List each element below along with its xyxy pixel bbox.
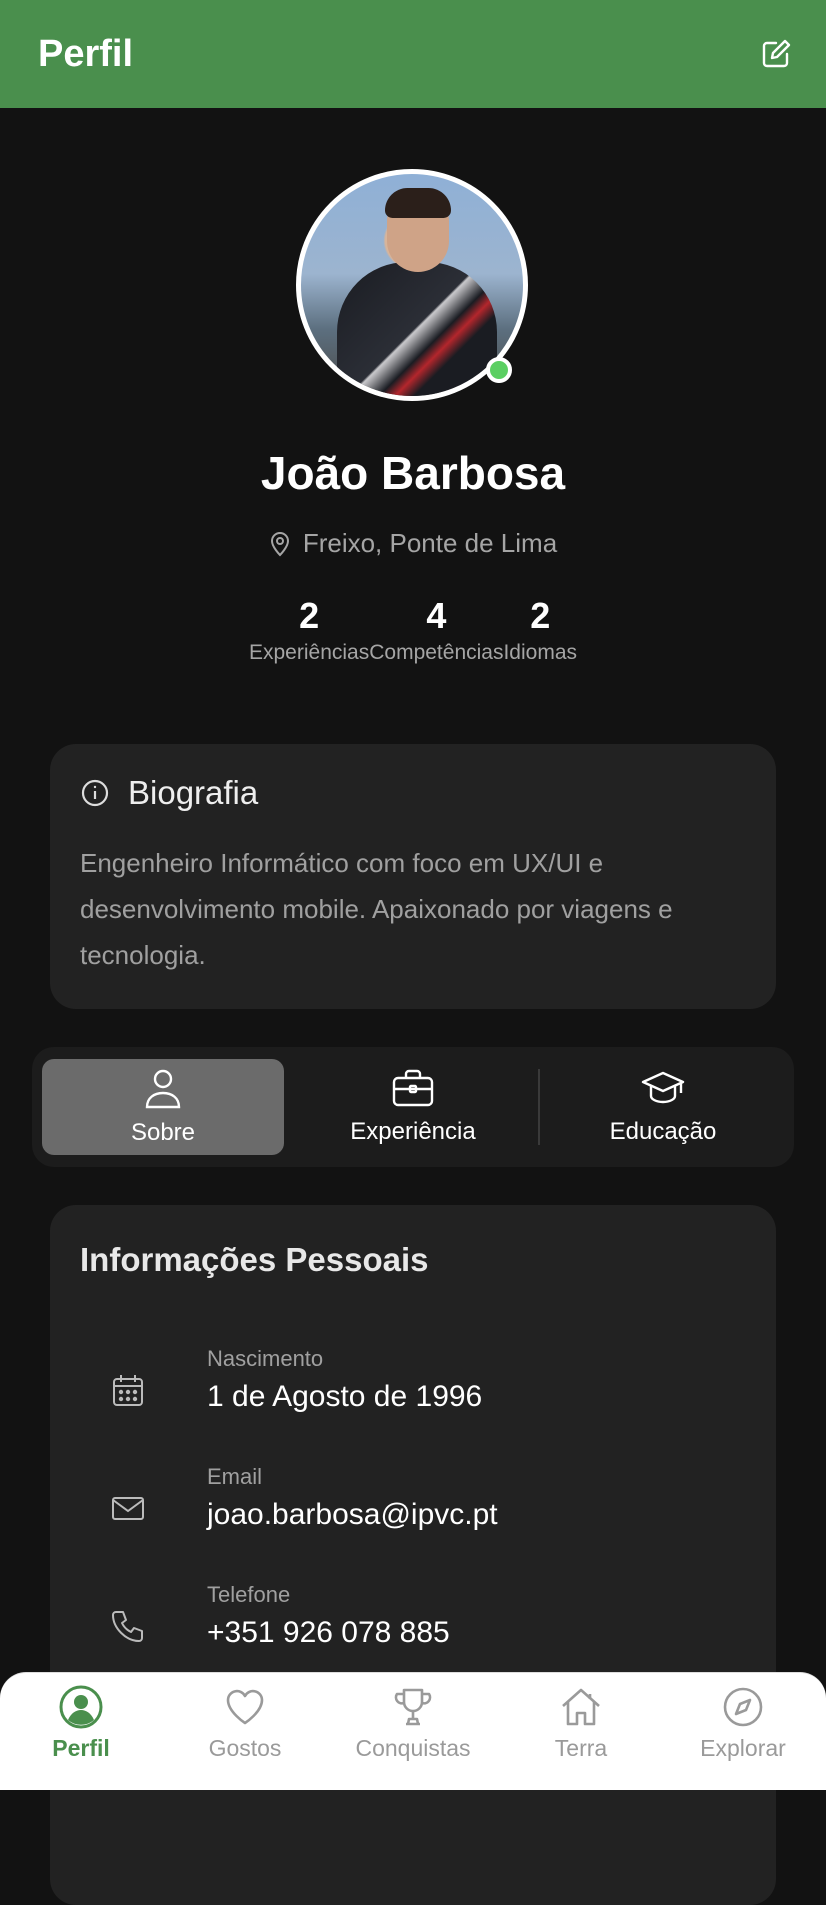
stat-value: 4 [426, 595, 447, 636]
info-value: 1 de Agosto de 1996 [207, 1380, 483, 1413]
tab-divider [538, 1069, 540, 1145]
nav-label: Conquistas [355, 1735, 471, 1761]
biography-title: Biografia [128, 774, 259, 811]
info-label: Telefone [207, 1582, 291, 1607]
calendar-icon [113, 1375, 143, 1406]
nav-item-perfil[interactable]: Perfil [11, 1685, 151, 1762]
tab-experiencia[interactable]: Experiência [292, 1059, 534, 1155]
nav-label: Explorar [700, 1735, 786, 1761]
map-pin-icon [270, 531, 289, 556]
profile-tabs: Sobre Experiência Educação [32, 1047, 794, 1167]
info-label: Email [207, 1464, 263, 1489]
edit-icon [762, 39, 791, 68]
stat-value: 2 [530, 595, 551, 636]
info-icon [81, 779, 109, 807]
tab-label: Educação [609, 1118, 717, 1145]
online-status-indicator [486, 357, 512, 383]
info-label: Nascimento [207, 1346, 324, 1371]
stat-idiomas[interactable]: 2 Idiomas [503, 592, 577, 666]
nav-label: Terra [554, 1735, 608, 1761]
heart-icon [226, 1689, 264, 1725]
nav-item-gostos[interactable]: Gostos [175, 1685, 315, 1762]
biography-card: Biografia Engenheiro Informático com foc… [50, 744, 776, 1009]
tab-educacao[interactable]: Educação [542, 1059, 784, 1155]
edit-profile-button[interactable] [756, 34, 796, 74]
phone-icon [112, 1611, 143, 1642]
stat-experiencias[interactable]: 2 Experiências [249, 592, 369, 666]
briefcase-icon [392, 1069, 434, 1107]
user-circle-icon [59, 1685, 103, 1729]
compass-icon [723, 1687, 763, 1727]
stat-label: Idiomas [503, 641, 577, 664]
home-icon [562, 1688, 600, 1726]
profile-stats: 2 Experiências 4 Competências 2 Idiomas [0, 592, 826, 666]
stat-competencias[interactable]: 4 Competências [369, 592, 503, 666]
stat-value: 2 [299, 595, 320, 636]
info-value[interactable]: +351 926 078 885 [207, 1616, 450, 1650]
personal-info-title: Informações Pessoais [80, 1241, 429, 1278]
stat-label: Experiências [249, 641, 370, 664]
page-title: Perfil [38, 32, 134, 75]
nav-item-conquistas[interactable]: Conquistas [343, 1685, 483, 1762]
nav-item-terra[interactable]: Terra [511, 1685, 651, 1762]
tab-sobre[interactable]: Sobre [42, 1059, 284, 1155]
graduation-cap-icon [641, 1071, 685, 1104]
info-row-birthdate: Nascimento 1 de Agosto de 1996 [50, 1346, 776, 1446]
nav-item-explorar[interactable]: Explorar [673, 1685, 813, 1762]
nav-label: Perfil [52, 1735, 110, 1761]
person-icon [145, 1069, 181, 1109]
tab-label: Experiência [350, 1118, 476, 1145]
stat-label: Competências [369, 641, 504, 664]
profile-name: João Barbosa [260, 447, 566, 499]
location-text: Freixo, Ponte de Lima [302, 528, 558, 558]
mail-icon [112, 1497, 144, 1520]
app-header: Perfil [0, 0, 826, 108]
trophy-icon [394, 1688, 432, 1726]
bottom-navigation: Perfil Gostos Conquistas Terra Explorar [0, 1672, 826, 1790]
info-value[interactable]: joao.barbosa@ipvc.pt [207, 1498, 498, 1532]
nav-label: Gostos [208, 1735, 282, 1761]
info-row-email: Email joao.barbosa@ipvc.pt [50, 1464, 776, 1564]
profile-avatar-container [296, 169, 528, 401]
biography-text: Engenheiro Informático com foco em UX/UI… [80, 848, 673, 970]
profile-location: Freixo, Ponte de Lima [0, 528, 826, 559]
personal-info-card: Informações Pessoais Nascimento 1 de Ago… [50, 1205, 776, 1905]
info-row-phone: Telefone +351 926 078 885 [50, 1582, 776, 1682]
tab-label: Sobre [130, 1119, 196, 1146]
